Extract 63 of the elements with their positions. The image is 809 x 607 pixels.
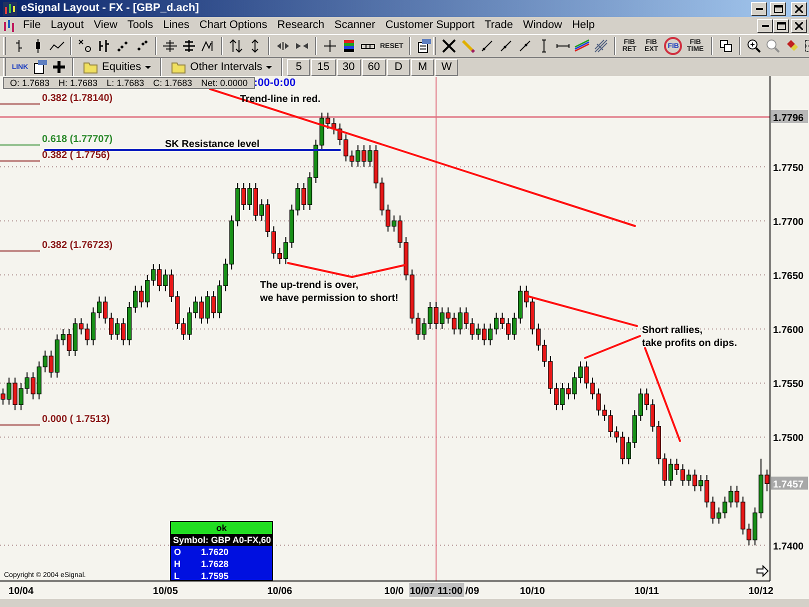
data-value: 1.7628 <box>201 558 229 570</box>
fibonacci-label: 0.382 (1.76723) <box>42 240 113 251</box>
menu-item[interactable]: Chart Options <box>194 18 272 33</box>
date-label: 10/04 <box>8 586 34 597</box>
fibonacci-label: 0.382 ( 1.7756) <box>42 150 110 161</box>
interval-button[interactable]: M <box>411 58 434 76</box>
price-marker: 1.7796 <box>771 110 808 124</box>
quote-value: L: 1.7683 <box>106 78 144 88</box>
ref-line-label: 1.7796 <box>773 113 804 124</box>
annotation-text: The up-trend is over, we have permission to short! <box>260 280 398 304</box>
fibonacci-label: 0.382 (1.78140) <box>42 93 113 104</box>
interval-menu-button[interactable]: Other Intervals <box>166 58 278 76</box>
cursor-time-label: 10/07 11:00 <box>409 583 464 597</box>
date-label: /09 <box>465 586 480 597</box>
last-price-marker: 1.7457 <box>771 476 808 491</box>
menu-item[interactable]: Trade <box>480 18 518 33</box>
price-label: 1.7550 <box>773 379 804 390</box>
quote-value: C: 1.7683 <box>153 78 192 88</box>
date-label: 10/10 <box>520 586 545 597</box>
time-range-text: :00-0:00 <box>254 77 296 89</box>
date-label: 10/06 <box>267 586 292 597</box>
symbol-list-button[interactable]: Equities <box>78 58 156 76</box>
fibonacci-label: 0.618 (1.77707) <box>42 134 113 145</box>
menu-item[interactable]: File <box>18 18 46 33</box>
menu-item[interactable]: Help <box>567 18 600 33</box>
price-label: 1.7750 <box>773 162 804 174</box>
price-label: 1.7700 <box>773 216 804 228</box>
price-label: 1.7500 <box>773 433 804 444</box>
menu-item[interactable]: Layout <box>46 18 89 33</box>
data-window-symbol: Symbol: GBP A0-FX,60 <box>171 534 272 546</box>
date-label: 10/05 <box>152 586 178 597</box>
interval-button[interactable]: W <box>435 58 458 76</box>
data-label: H <box>173 558 182 570</box>
window-title: eSignal Layout - FX - [GBP_d.ach] <box>21 1 200 16</box>
price-label: 1.7400 <box>773 541 804 552</box>
data-value: 1.7620 <box>201 546 229 558</box>
interval-button[interactable]: 5 <box>287 58 310 76</box>
interval-button[interactable]: 15 <box>311 58 336 76</box>
date-label: 10/11 <box>634 586 659 597</box>
interval-button[interactable]: 60 <box>362 58 386 76</box>
quote-value: H: 1.7683 <box>58 78 98 88</box>
menu-item[interactable]: View <box>88 18 122 33</box>
data-label: L <box>173 570 180 580</box>
menu-item[interactable]: Research <box>272 18 330 33</box>
price-label: 1.7650 <box>773 270 804 282</box>
fibonacci-label: 0.000 ( 1.7513) <box>42 414 110 425</box>
quote-value: Net: 0.0000 <box>201 78 248 88</box>
date-label: 10/0 <box>384 586 404 597</box>
data-window-status: ok <box>171 522 272 534</box>
menu-item[interactable]: Customer Support <box>380 18 480 33</box>
annotation-text: Short rallies, take profits on dips. <box>642 325 738 349</box>
interval-button[interactable]: D <box>387 58 410 76</box>
price-label: 1.7600 <box>773 325 804 336</box>
menu-item[interactable]: Window <box>518 18 568 33</box>
menu-item[interactable]: Lines <box>158 18 194 33</box>
menu-item[interactable]: Scanner <box>329 18 380 33</box>
date-label: 10/12 <box>748 586 774 597</box>
menu-item[interactable]: Tools <box>122 18 158 33</box>
data-label: O <box>173 546 182 558</box>
annotation-text: SK Resistance level <box>165 139 260 150</box>
data-value: 1.7595 <box>201 570 229 580</box>
interval-button[interactable]: 30 <box>336 58 361 76</box>
quote-value: O: 1.7683 <box>10 78 50 88</box>
